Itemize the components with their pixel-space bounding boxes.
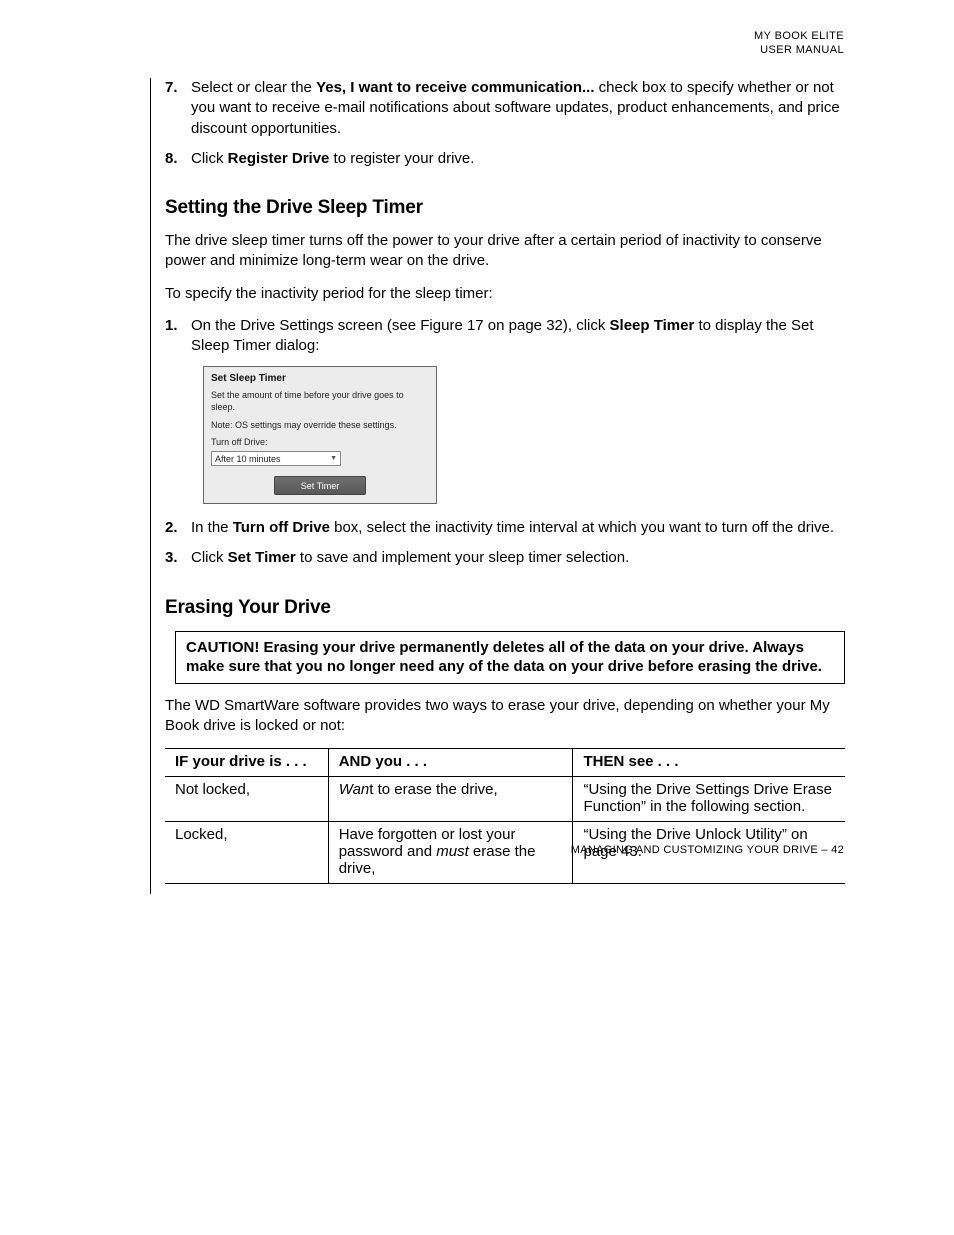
dialog-turnoff-label: Turn off Drive: xyxy=(211,437,429,449)
step-text: On the Drive Settings screen (see Figure… xyxy=(191,316,845,357)
th-if: IF your drive is . . . xyxy=(165,749,328,777)
numbered-step: 8. Click Register Drive to register your… xyxy=(165,149,845,169)
step-text: Select or clear the Yes, I want to recei… xyxy=(191,78,845,139)
page-footer: MANAGING AND CUSTOMIZING YOUR DRIVE – 42 xyxy=(571,844,844,856)
th-then: THEN see . . . xyxy=(573,749,845,777)
caution-box: CAUTION! Erasing your drive permanently … xyxy=(175,631,845,684)
th-and: AND you . . . xyxy=(328,749,573,777)
step-text: Click Register Drive to register your dr… xyxy=(191,149,845,169)
step-number: 3. xyxy=(165,548,191,568)
cell-and: Have forgotten or lost your password and… xyxy=(328,822,573,884)
step-number: 8. xyxy=(165,149,191,169)
chevron-down-icon: ▼ xyxy=(330,455,337,462)
page-header: MY BOOK ELITE USER MANUAL xyxy=(754,30,844,58)
step-text: Click Set Timer to save and implement yo… xyxy=(191,548,845,568)
step-number: 1. xyxy=(165,316,191,357)
erase-intro: The WD SmartWare software provides two w… xyxy=(165,696,845,737)
heading-erasing: Erasing Your Drive xyxy=(165,597,845,619)
sleep-intro-2: To specify the inactivity period for the… xyxy=(165,284,845,304)
header-line2: USER MANUAL xyxy=(754,44,844,58)
cell-if: Not locked, xyxy=(165,777,328,822)
step-number: 7. xyxy=(165,78,191,139)
numbered-step: 2. In the Turn off Drive box, select the… xyxy=(165,518,845,538)
step-text: In the Turn off Drive box, select the in… xyxy=(191,518,845,538)
erase-table: IF your drive is . . . AND you . . . THE… xyxy=(165,748,845,884)
cell-if: Locked, xyxy=(165,822,328,884)
select-value: After 10 minutes xyxy=(215,454,281,464)
margin-rule xyxy=(150,78,151,894)
set-sleep-timer-dialog: Set Sleep Timer Set the amount of time b… xyxy=(203,366,437,504)
numbered-step: 7. Select or clear the Yes, I want to re… xyxy=(165,78,845,139)
heading-sleep-timer: Setting the Drive Sleep Timer xyxy=(165,197,845,219)
numbered-step: 3. Click Set Timer to save and implement… xyxy=(165,548,845,568)
numbered-step: 1. On the Drive Settings screen (see Fig… xyxy=(165,316,845,357)
dialog-line2: Note: OS settings may override these set… xyxy=(211,420,429,432)
sleep-intro-1: The drive sleep timer turns off the powe… xyxy=(165,231,845,272)
page-content: 7. Select or clear the Yes, I want to re… xyxy=(165,78,845,884)
dialog-title: Set Sleep Timer xyxy=(211,373,429,384)
header-line1: MY BOOK ELITE xyxy=(754,30,844,44)
turn-off-drive-select[interactable]: After 10 minutes ▼ xyxy=(211,451,341,466)
cell-and: Want to erase the drive, xyxy=(328,777,573,822)
cell-then: “Using the Drive Settings Drive Erase Fu… xyxy=(573,777,845,822)
set-timer-button[interactable]: Set Timer xyxy=(274,476,366,495)
step-number: 2. xyxy=(165,518,191,538)
dialog-line1: Set the amount of time before your drive… xyxy=(211,390,429,413)
set-timer-button-label: Set Timer xyxy=(301,481,340,491)
table-row: Not locked, Want to erase the drive, “Us… xyxy=(165,777,845,822)
